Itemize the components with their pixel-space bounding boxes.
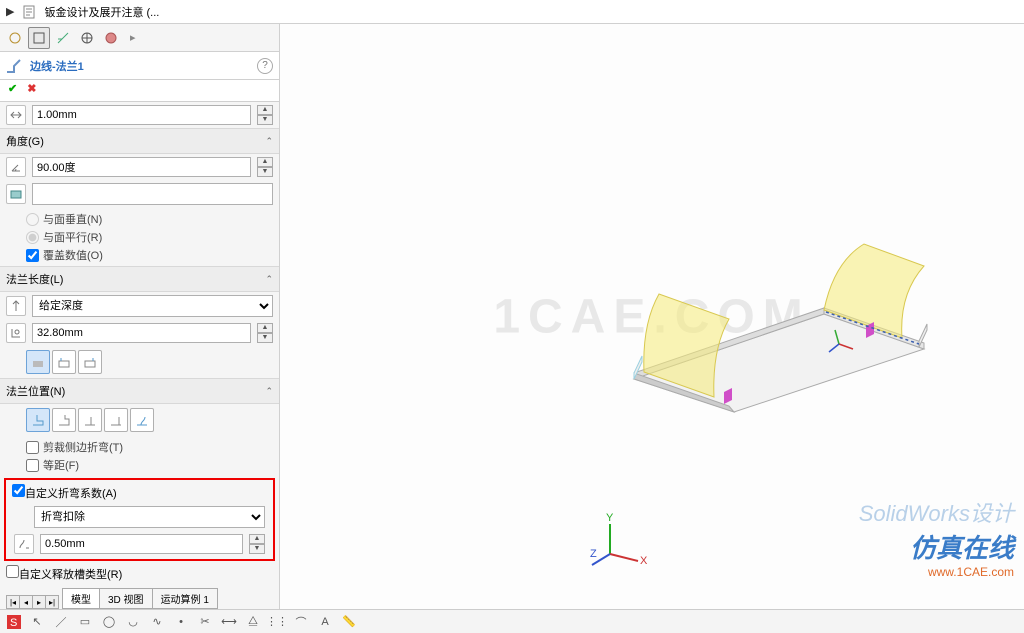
perpendicular-radio[interactable]: 与面垂直(N): [26, 210, 273, 228]
face-select-box[interactable]: [32, 183, 273, 205]
custom-relief-checkbox[interactable]: 自定义释放槽类型(R): [6, 569, 122, 581]
svg-text:Z: Z: [590, 548, 597, 560]
svg-text:X: X: [640, 555, 648, 567]
document-icon: [22, 5, 36, 19]
solidworks-logo-icon: S: [6, 614, 22, 630]
length-ref-2-button[interactable]: [52, 350, 76, 374]
tool-point-icon[interactable]: •: [172, 613, 190, 631]
tool-pattern-icon[interactable]: ⋮⋮: [268, 613, 286, 631]
override-checkbox[interactable]: 覆盖数值(O): [26, 246, 273, 264]
tab-nav[interactable]: |◂◂▸▸|: [6, 595, 58, 609]
position-5-button[interactable]: [130, 408, 154, 432]
custom-bend-checkbox[interactable]: 自定义折弯系数(A): [12, 488, 117, 500]
cancel-button[interactable]: ✖: [27, 82, 36, 99]
length-input[interactable]: [32, 323, 251, 343]
tool-arc-icon[interactable]: ◡: [124, 613, 142, 631]
length-section-header[interactable]: 法兰长度(L)⌃: [0, 266, 279, 292]
view-triad[interactable]: Y X Z: [590, 509, 650, 569]
length-ref-3-button[interactable]: [78, 350, 102, 374]
tool-measure-icon[interactable]: 📏: [340, 613, 358, 631]
tool-fillet-icon[interactable]: ⌒: [292, 613, 310, 631]
parallel-radio[interactable]: 与面平行(R): [26, 228, 273, 246]
svg-text:S: S: [10, 617, 17, 629]
tab-feature-icon[interactable]: [28, 27, 50, 49]
tool-mirror-icon[interactable]: ⧋: [244, 613, 262, 631]
tab-sketch-icon[interactable]: [52, 27, 74, 49]
feature-title: 边线-法兰1: [30, 58, 84, 74]
position-2-button[interactable]: [52, 408, 76, 432]
breadcrumb-title[interactable]: 钣金设计及展开注意 (...: [44, 4, 159, 20]
tool-line-icon[interactable]: ／: [52, 613, 70, 631]
gap-input[interactable]: [32, 105, 251, 125]
length-mode-select[interactable]: 给定深度: [32, 295, 273, 317]
angle-icon[interactable]: [6, 157, 26, 177]
position-4-button[interactable]: [104, 408, 128, 432]
position-1-button[interactable]: [26, 408, 50, 432]
tab-model[interactable]: 模型: [62, 588, 100, 609]
tab-render-icon[interactable]: [100, 27, 122, 49]
tool-trim-icon[interactable]: ✂: [196, 613, 214, 631]
angle-spinner[interactable]: ▲▼: [257, 157, 273, 177]
tool-rect-icon[interactable]: ▭: [76, 613, 94, 631]
tool-circle-icon[interactable]: ◯: [100, 613, 118, 631]
gap-spinner[interactable]: ▲▼: [257, 105, 273, 125]
tab-overflow-icon[interactable]: ▸: [130, 31, 136, 44]
length-ref-1-button[interactable]: [26, 350, 50, 374]
bottom-toolbar: S ↖ ／ ▭ ◯ ◡ ∿ • ✂ ⟷ ⧋ ⋮⋮ ⌒ A 📏: [0, 609, 1024, 633]
length-mode-icon[interactable]: [6, 296, 26, 316]
tab-dimxpert-icon[interactable]: [76, 27, 98, 49]
tool-spline-icon[interactable]: ∿: [148, 613, 166, 631]
equal-checkbox[interactable]: 等距(F): [26, 456, 273, 474]
position-3-button[interactable]: [78, 408, 102, 432]
ok-button[interactable]: ✔: [8, 82, 17, 99]
face-select-icon[interactable]: [6, 184, 26, 204]
gap-icon[interactable]: [6, 105, 26, 125]
position-section-header[interactable]: 法兰位置(N)⌃: [0, 378, 279, 404]
highlight-box: 自定义折弯系数(A) 折弯扣除 ▲▼: [4, 478, 275, 561]
tab-motion[interactable]: 运动算例 1: [152, 588, 218, 609]
3d-viewport[interactable]: 1CAE.COM Y X Z SolidWorks设计 仿真在线 www.1CA…: [280, 24, 1024, 609]
bend-spinner[interactable]: ▲▼: [249, 534, 265, 554]
angle-section-header[interactable]: 角度(G)⌃: [0, 128, 279, 154]
property-scroll[interactable]: ▲▼ 角度(G)⌃ ▲▼ 与面垂直(N) 与面平行(R) 覆盖数值(O) 法兰长…: [0, 102, 279, 609]
edge-flange-icon: [6, 58, 24, 74]
trim-checkbox[interactable]: 剪裁侧边折弯(T): [26, 438, 273, 456]
tab-assembly-icon[interactable]: [4, 27, 26, 49]
tool-dim-icon[interactable]: ⟷: [220, 613, 238, 631]
credit-overlay: SolidWorks设计 仿真在线 www.1CAE.com: [859, 496, 1014, 579]
tool-select-icon[interactable]: ↖: [28, 613, 46, 631]
svg-text:Y: Y: [606, 512, 614, 524]
breadcrumb-arrow[interactable]: ▶: [6, 5, 14, 18]
angle-input[interactable]: [32, 157, 251, 177]
tool-text-icon[interactable]: A: [316, 613, 334, 631]
bend-value-icon[interactable]: [14, 534, 34, 554]
bend-input[interactable]: [40, 534, 243, 554]
length-value-icon[interactable]: [6, 323, 26, 343]
tab-3dview[interactable]: 3D 视图: [99, 588, 153, 609]
bend-mode-select[interactable]: 折弯扣除: [34, 506, 265, 528]
help-icon[interactable]: ?: [257, 58, 273, 74]
sheet-metal-model[interactable]: [584, 184, 944, 414]
length-spinner[interactable]: ▲▼: [257, 323, 273, 343]
